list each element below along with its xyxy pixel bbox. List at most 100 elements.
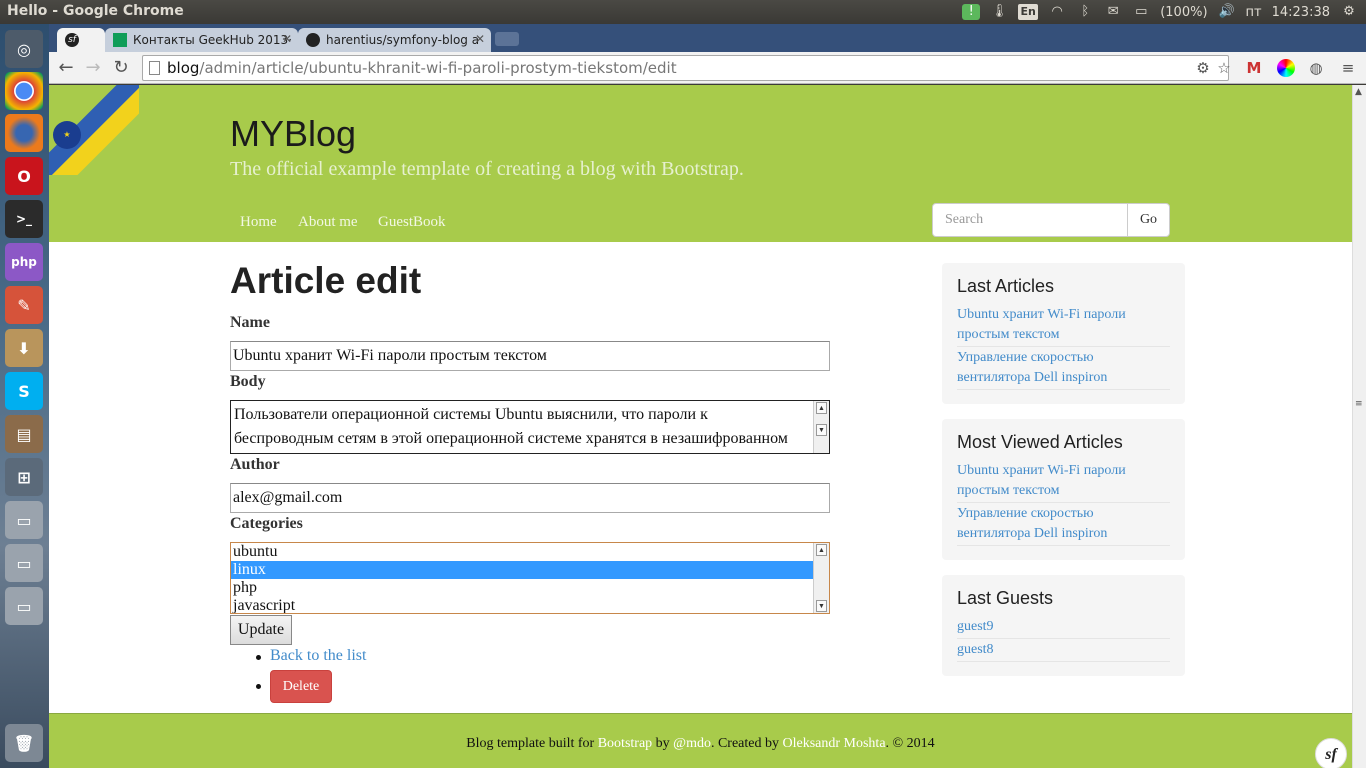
sidebar-last-guests: Last Guests guest9 guest8 <box>942 575 1185 676</box>
footer-mdo-link[interactable]: @mdo <box>673 736 711 751</box>
categories-multiselect[interactable]: ubuntu linux php javascript ▲ ▼ <box>230 542 830 614</box>
footer-author-link[interactable]: Oleksandr Moshta <box>783 736 886 751</box>
category-option[interactable]: ubuntu <box>231 543 814 561</box>
update-button[interactable]: Update <box>230 615 292 645</box>
tab-github-repo[interactable]: harentius/symfony-blog a ✕ <box>298 28 491 52</box>
bookmark-star-icon[interactable]: ☆ <box>1215 59 1233 77</box>
power-gear-icon[interactable]: ⚙ <box>1340 4 1358 20</box>
category-option[interactable]: javascript <box>231 597 814 613</box>
scroll-up-icon[interactable]: ▲ <box>816 402 827 414</box>
back-to-list-link[interactable]: Back to the list <box>270 647 366 665</box>
ukraine-eu-ribbon: ★ <box>49 85 139 175</box>
close-icon[interactable]: ✕ <box>282 32 292 46</box>
update-icon[interactable]: ! <box>962 4 981 20</box>
thermometer-icon[interactable]: 🌡 <box>990 4 1008 20</box>
archive-manager-launcher-icon[interactable]: ⬇ <box>5 329 43 367</box>
battery-percent[interactable]: (100%) <box>1160 5 1207 20</box>
body-text: Пользователи операционной системы Ubuntu… <box>234 406 788 447</box>
drive-launcher-icon-1[interactable]: ▭ <box>5 501 43 539</box>
sidebar-most-viewed: Most Viewed Articles Ubuntu хранит Wi-Fi… <box>942 419 1185 560</box>
footer-by: by <box>652 736 674 751</box>
volume-icon[interactable]: 🔊 <box>1218 4 1236 20</box>
sidebar-article-link[interactable]: Ubuntu хранит Wi-Fi пароли простым текст… <box>957 305 1170 347</box>
firefox-launcher-icon[interactable] <box>5 114 43 152</box>
forward-arrow-icon[interactable]: → <box>81 56 105 80</box>
footer-text: Blog template built for Bootstrap by @md… <box>49 736 1352 752</box>
wifi-icon[interactable]: ◠ <box>1048 4 1066 20</box>
file-cabinet-launcher-icon[interactable]: ▤ <box>5 415 43 453</box>
sidebar-last-articles: Last Articles Ubuntu хранит Wi-Fi пароли… <box>942 263 1185 404</box>
settings-tools-launcher-icon[interactable]: ✎ <box>5 286 43 324</box>
dash-home-icon[interactable]: ◎ <box>5 30 43 68</box>
footer-prefix: Blog template built for <box>466 736 598 751</box>
skype-launcher-icon[interactable]: S <box>5 372 43 410</box>
reload-icon[interactable]: ↻ <box>109 56 133 80</box>
github-icon <box>306 33 320 47</box>
nav-home[interactable]: Home <box>240 214 277 231</box>
symfony-debug-toolbar-icon[interactable]: sf <box>1315 738 1347 768</box>
tab-symfony[interactable]: sf <box>57 28 105 52</box>
clock-time[interactable]: 14:23:38 <box>1272 5 1330 20</box>
categories-scrollbar[interactable]: ▲ ▼ <box>813 543 829 613</box>
category-option[interactable]: php <box>231 579 814 597</box>
page-scrollbar[interactable]: ▲ ≡ <box>1352 85 1366 768</box>
sidebar-article-link[interactable]: Управление скоростью вентилятора Dell in… <box>957 348 1170 390</box>
scroll-up-icon[interactable]: ▲ <box>1355 87 1362 97</box>
terminal-launcher-icon[interactable]: >_ <box>5 200 43 238</box>
trash-launcher-icon[interactable]: 🗑 <box>5 724 43 762</box>
keyboard-layout-indicator[interactable]: En <box>1018 4 1039 20</box>
address-bar[interactable]: blog/admin/article/ubuntu-khranit-wi-fi-… <box>142 55 1229 81</box>
nav-about-me[interactable]: About me <box>298 214 358 231</box>
gmail-checker-icon[interactable]: M <box>1245 59 1263 77</box>
clock-day[interactable]: пт <box>1246 5 1262 20</box>
sidebar-article-link[interactable]: Управление скоростью вентилятора Dell in… <box>957 504 1170 546</box>
opera-launcher-icon[interactable]: O <box>5 157 43 195</box>
nav-guestbook[interactable]: GuestBook <box>378 214 446 231</box>
chrome-launcher-icon[interactable] <box>5 72 43 110</box>
scroll-up-icon[interactable]: ▲ <box>816 544 827 556</box>
extension-gear-icon[interactable]: ⚙ <box>1194 59 1212 77</box>
color-picker-icon[interactable] <box>1277 59 1295 77</box>
body-scrollbar[interactable]: ▲ ▼ <box>813 401 829 453</box>
list-bullet <box>256 655 261 660</box>
search-input[interactable]: Search <box>932 203 1128 237</box>
window-title: Hello - Google Chrome <box>7 3 184 19</box>
scroll-down-icon[interactable]: ▼ <box>816 600 827 612</box>
system-tray: ! 🌡 En ◠ ᛒ ✉ ▭ (100%) 🔊 пт 14:23:38 ⚙ <box>962 0 1366 24</box>
body-label: Body <box>230 373 266 390</box>
scroll-grip-icon[interactable]: ≡ <box>1355 399 1363 409</box>
drive-launcher-icon-3[interactable]: ▭ <box>5 587 43 625</box>
close-icon[interactable]: ✕ <box>475 32 485 46</box>
menu-icon[interactable]: ≡ <box>1339 59 1357 77</box>
author-field[interactable]: alex@gmail.com <box>230 483 830 513</box>
name-field[interactable]: Ubuntu хранит Wi-Fi пароли простым текст… <box>230 341 830 371</box>
workspace-switcher-icon[interactable]: ⊞ <box>5 458 43 496</box>
mail-icon[interactable]: ✉ <box>1104 4 1122 20</box>
footer-suffix: . © 2014 <box>885 736 935 751</box>
sidebar-heading: Most Viewed Articles <box>957 432 1123 452</box>
search-go-button[interactable]: Go <box>1127 203 1170 237</box>
drive-launcher-icon-2[interactable]: ▭ <box>5 544 43 582</box>
new-tab-button[interactable] <box>495 32 519 46</box>
phpstorm-launcher-icon[interactable]: php <box>5 243 43 281</box>
footer-bootstrap-link[interactable]: Bootstrap <box>598 736 652 751</box>
browser-toolbar: ← → ↻ blog/admin/article/ubuntu-khranit-… <box>49 52 1366 84</box>
web-page: ★ MYBlog The official example template o… <box>49 85 1352 768</box>
tab-geekhub-contacts[interactable]: Контакты GeekHub 2013· ✕ <box>105 28 298 52</box>
bluetooth-icon[interactable]: ᛒ <box>1076 4 1094 20</box>
sidebar-heading: Last Guests <box>957 588 1054 608</box>
blog-title[interactable]: MYBlog <box>230 113 356 155</box>
eu-stars-icon: ★ <box>53 121 81 149</box>
sidebar-guest-link[interactable]: guest9 <box>957 617 1170 639</box>
battery-icon[interactable]: ▭ <box>1132 4 1150 20</box>
sidebar-heading: Last Articles <box>957 276 1055 296</box>
categories-label: Categories <box>230 515 303 532</box>
sidebar-article-link[interactable]: Ubuntu хранит Wi-Fi пароли простым текст… <box>957 461 1170 503</box>
delete-button[interactable]: Delete <box>270 670 332 703</box>
category-option-selected[interactable]: linux <box>231 561 814 579</box>
back-arrow-icon[interactable]: ← <box>54 56 78 80</box>
body-textarea[interactable]: Пользователи операционной системы Ubuntu… <box>230 400 830 454</box>
globe-icon[interactable]: ◍ <box>1307 59 1325 77</box>
sidebar-guest-link[interactable]: guest8 <box>957 640 1170 662</box>
scroll-down-icon[interactable]: ▼ <box>816 424 827 436</box>
